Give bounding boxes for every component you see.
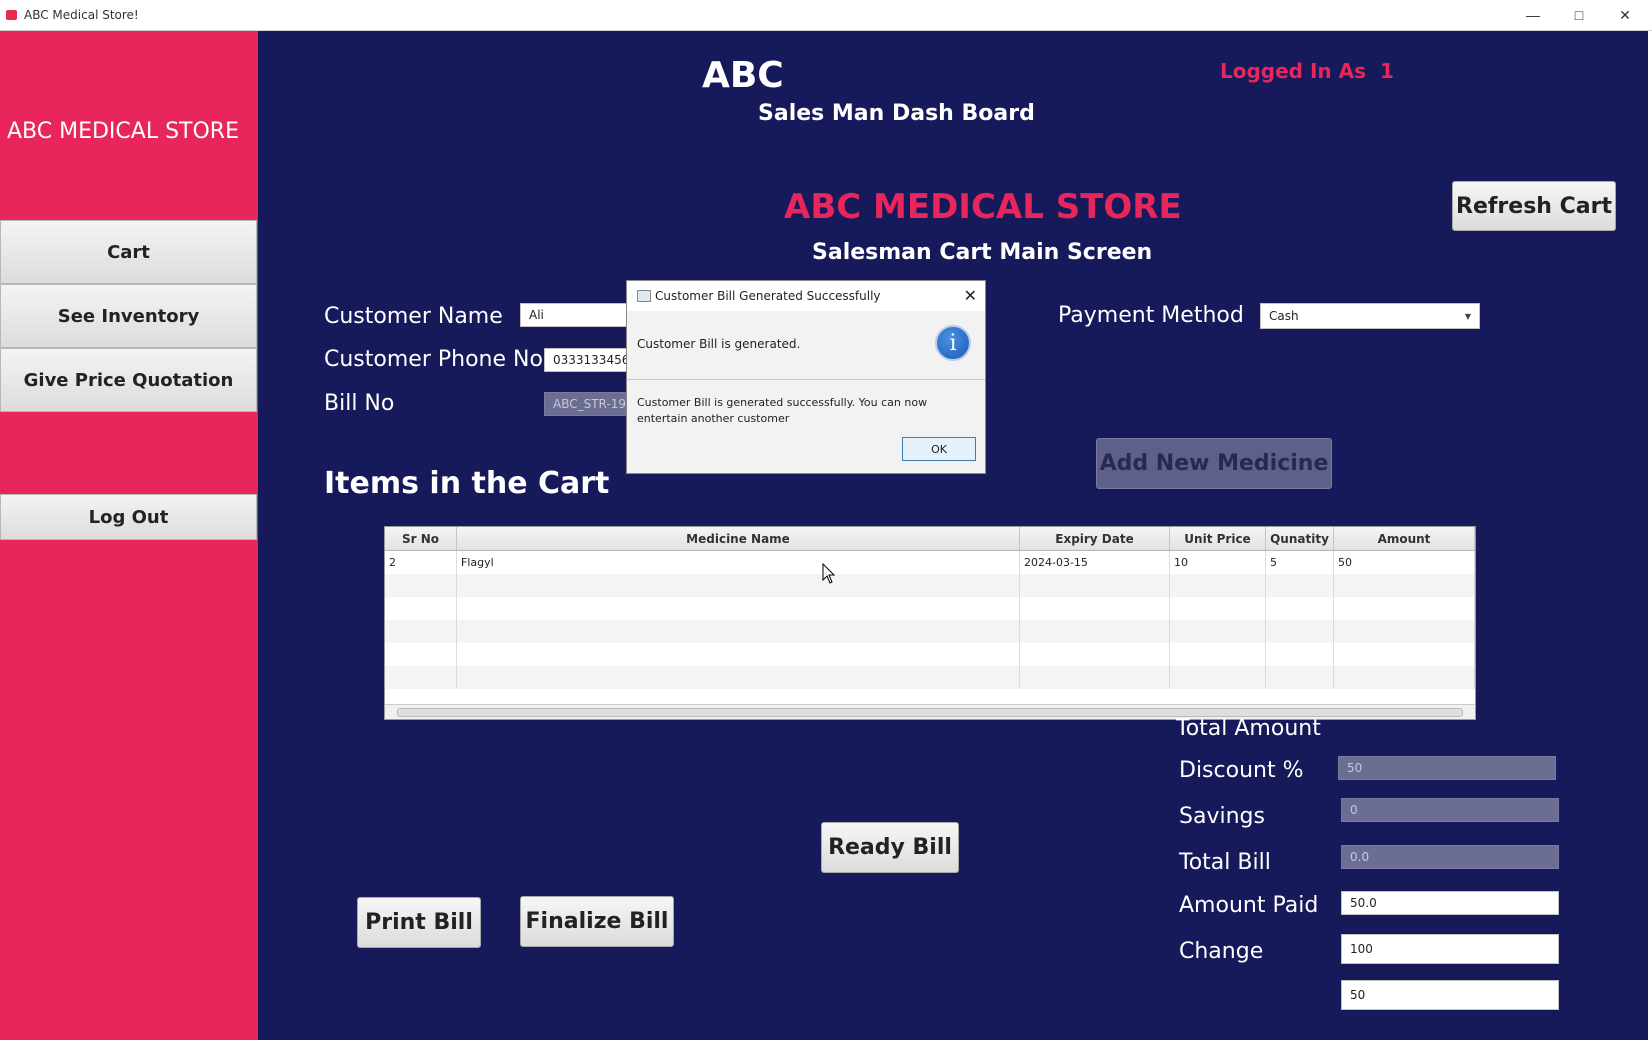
col-unit-price[interactable]: Unit Price	[1170, 527, 1266, 550]
close-window-icon[interactable]: ✕	[1602, 0, 1648, 30]
screen-title: Salesman Cart Main Screen	[812, 240, 1153, 265]
dialog-title: Customer Bill Generated Successfully	[655, 289, 881, 303]
ok-button[interactable]: OK	[902, 437, 976, 461]
dialog-header-text: Customer Bill is generated.	[637, 337, 801, 351]
table-row[interactable]: 2 Flagyl 2024-03-15 10 5 50	[385, 551, 1475, 574]
bill-generated-dialog: Customer Bill Generated Successfully ✕ C…	[626, 280, 986, 474]
add-new-medicine-button[interactable]: Add New Medicine	[1096, 438, 1332, 489]
sidebar-item-cart[interactable]: Cart	[0, 220, 257, 284]
finalize-bill-button[interactable]: Finalize Bill	[520, 896, 674, 947]
info-icon: i	[935, 325, 971, 361]
sidebar-brand: ABC MEDICAL STORE	[7, 119, 239, 144]
total-bill-label: Total Bill	[1179, 850, 1271, 875]
app-icon	[6, 10, 17, 20]
sidebar-item-see-inventory[interactable]: See Inventory	[0, 284, 257, 348]
cell-sr-no: 2	[385, 551, 457, 574]
bill-no-field: ABC_STR-196	[544, 392, 634, 416]
ready-bill-button[interactable]: Ready Bill	[821, 822, 959, 873]
logged-in-value: 1	[1380, 59, 1394, 83]
savings-field: 0.0	[1341, 845, 1559, 869]
cart-table[interactable]: Sr No Medicine Name Expiry Date Unit Pri…	[384, 526, 1476, 720]
page-title: ABC	[702, 55, 784, 96]
change-field: 50	[1341, 980, 1559, 1010]
dialog-body-text: Customer Bill is generated successfully.…	[637, 396, 928, 425]
cell-quantity: 5	[1266, 551, 1334, 574]
col-quantity[interactable]: Qunatity	[1266, 527, 1334, 550]
dialog-window-icon	[637, 290, 651, 302]
cell-medicine-name: Flagyl	[457, 551, 1020, 574]
main-panel: ABC Sales Man Dash Board Logged In As 1 …	[258, 31, 1648, 1040]
maximize-icon[interactable]: □	[1556, 0, 1602, 30]
dashboard-subtitle: Sales Man Dash Board	[758, 101, 1035, 126]
customer-phone-field[interactable]: 0333133456	[544, 348, 634, 372]
payment-method-label: Payment Method	[1058, 303, 1244, 328]
total-amount-label: Total Amount	[1176, 716, 1321, 741]
sidebar-item-price-quotation[interactable]: Give Price Quotation	[0, 348, 257, 412]
sidebar-item-log-out[interactable]: Log Out	[0, 494, 257, 540]
savings-label: Savings	[1179, 804, 1265, 829]
table-row-empty	[385, 620, 1475, 643]
total-bill-field: 50.0	[1341, 891, 1559, 915]
chevron-down-icon: ▼	[1464, 311, 1471, 321]
table-row-empty	[385, 574, 1475, 597]
dialog-titlebar: Customer Bill Generated Successfully ✕	[627, 281, 985, 311]
cell-unit-price: 10	[1170, 551, 1266, 574]
window-titlebar: ABC Medical Store! — □ ✕	[0, 0, 1652, 31]
print-bill-button[interactable]: Print Bill	[357, 897, 481, 948]
mouse-cursor-icon	[822, 563, 836, 584]
table-row-empty	[385, 666, 1475, 689]
cell-amount: 50	[1334, 551, 1475, 574]
discount-field[interactable]: 0	[1341, 798, 1559, 822]
discount-label: Discount %	[1179, 758, 1304, 783]
amount-paid-field[interactable]: 100	[1341, 934, 1559, 964]
change-label: Change	[1179, 939, 1264, 964]
logged-in-label: Logged In As	[1220, 59, 1366, 83]
cell-expiry-date: 2024-03-15	[1020, 551, 1170, 574]
col-medicine-name[interactable]: Medicine Name	[457, 527, 1020, 550]
table-row-empty	[385, 643, 1475, 666]
refresh-cart-button[interactable]: Refresh Cart	[1452, 181, 1616, 231]
minimize-icon[interactable]: —	[1510, 0, 1556, 30]
table-row-empty	[385, 597, 1475, 620]
table-header: Sr No Medicine Name Expiry Date Unit Pri…	[385, 527, 1475, 551]
window-title: ABC Medical Store!	[24, 8, 139, 22]
payment-method-value: Cash	[1269, 309, 1299, 323]
window-edge	[1648, 31, 1652, 1040]
customer-phone-label: Customer Phone No	[324, 347, 543, 372]
total-amount-field: 50	[1338, 756, 1556, 780]
col-sr-no[interactable]: Sr No	[385, 527, 457, 550]
payment-method-select[interactable]: Cash ▼	[1260, 303, 1480, 329]
col-amount[interactable]: Amount	[1334, 527, 1475, 550]
col-expiry-date[interactable]: Expiry Date	[1020, 527, 1170, 550]
bill-no-label: Bill No	[324, 391, 395, 416]
customer-name-field[interactable]: Ali	[520, 303, 630, 327]
customer-name-label: Customer Name	[324, 304, 503, 329]
table-body: 2 Flagyl 2024-03-15 10 5 50	[385, 551, 1475, 689]
amount-paid-label: Amount Paid	[1179, 893, 1319, 918]
sidebar: ABC MEDICAL STORE Cart See Inventory Giv…	[0, 31, 258, 1040]
close-icon[interactable]: ✕	[964, 286, 977, 305]
dialog-header: Customer Bill is generated. i	[627, 311, 985, 380]
store-title: ABC MEDICAL STORE	[784, 187, 1182, 227]
cart-heading: Items in the Cart	[324, 466, 610, 501]
